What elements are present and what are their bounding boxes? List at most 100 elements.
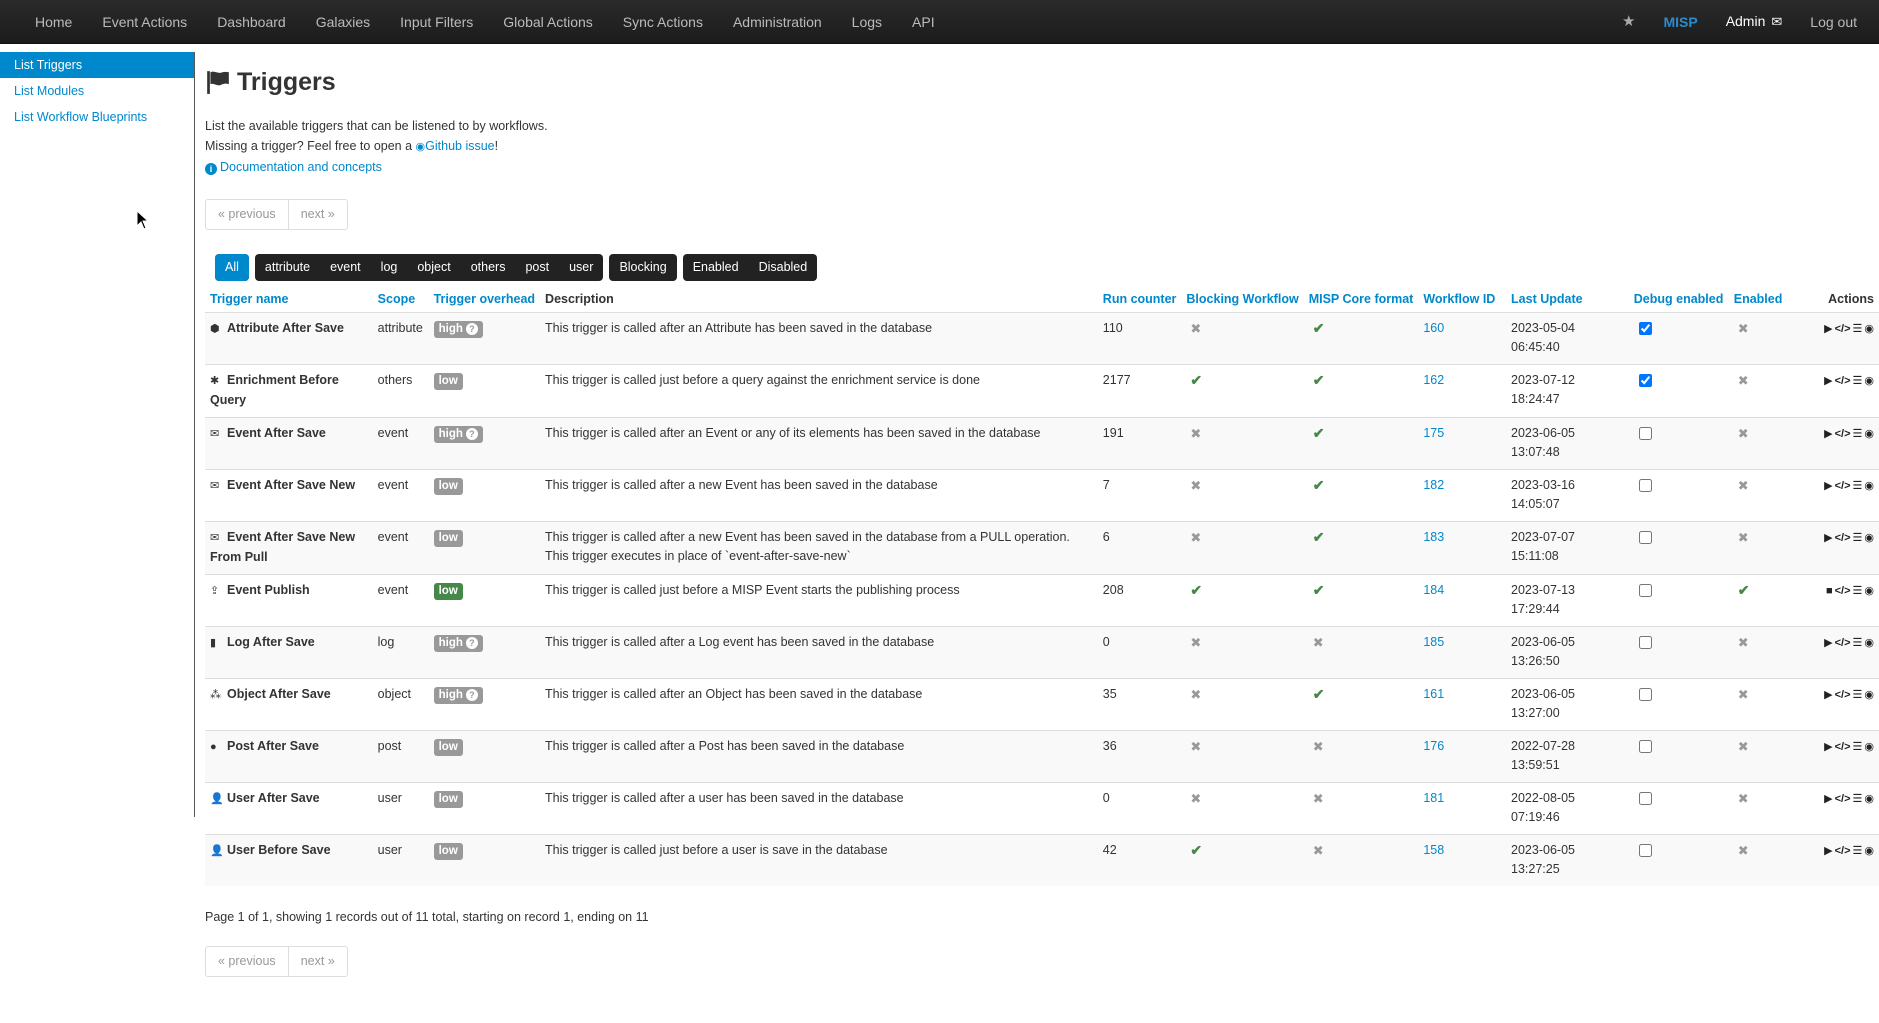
eye-icon[interactable]: ◉	[1864, 477, 1874, 497]
docs-link[interactable]: i Documentation and concepts	[205, 160, 382, 175]
debug-checkbox[interactable]	[1638, 426, 1652, 440]
code-icon[interactable]: </>	[1835, 582, 1851, 602]
workflow-id-link[interactable]: 181	[1423, 791, 1444, 805]
nav-item-dashboard[interactable]: Dashboard	[202, 0, 301, 44]
code-icon[interactable]: </>	[1835, 738, 1851, 758]
list-icon[interactable]: ☰	[1853, 582, 1863, 602]
next-page-button[interactable]: next »	[287, 946, 347, 976]
play-icon[interactable]: ▶	[1824, 634, 1832, 654]
filter-log-button[interactable]: log	[371, 254, 408, 281]
filter-others-button[interactable]: others	[461, 254, 516, 281]
workflow-id-link[interactable]: 175	[1423, 426, 1444, 440]
column-header-workflow-id[interactable]: Workflow ID	[1418, 287, 1507, 313]
next-page-button[interactable]: next »	[287, 200, 347, 229]
debug-checkbox[interactable]	[1638, 583, 1652, 597]
play-icon[interactable]: ▶	[1824, 477, 1832, 497]
code-icon[interactable]: </>	[1835, 790, 1851, 810]
play-icon[interactable]: ▶	[1824, 425, 1832, 445]
question-icon[interactable]: ?	[465, 427, 478, 440]
debug-checkbox[interactable]	[1638, 687, 1652, 701]
nav-item-global-actions[interactable]: Global Actions	[488, 0, 608, 44]
eye-icon[interactable]: ◉	[1864, 842, 1874, 862]
filter-attribute-button[interactable]: attribute	[255, 254, 320, 281]
play-icon[interactable]: ▶	[1824, 738, 1832, 758]
previous-page-button[interactable]: « previous	[206, 200, 288, 229]
debug-checkbox[interactable]	[1638, 373, 1652, 387]
filter-disabled-button[interactable]: Disabled	[749, 254, 818, 281]
github-issue-link[interactable]: ◉Github issue	[416, 139, 495, 153]
play-icon[interactable]: ▶	[1824, 790, 1832, 810]
logout-link[interactable]: Log out	[1796, 0, 1871, 44]
code-icon[interactable]: </>	[1835, 425, 1851, 445]
column-header-run-counter[interactable]: Run counter	[1097, 287, 1182, 313]
list-icon[interactable]: ☰	[1853, 372, 1863, 392]
list-icon[interactable]: ☰	[1853, 529, 1863, 549]
star-icon[interactable]: ★	[1608, 0, 1649, 44]
question-icon[interactable]: ?	[465, 636, 478, 649]
column-header-trigger-overhead[interactable]: Trigger overhead	[428, 287, 541, 313]
sidebar-item-list-workflow-blueprints[interactable]: List Workflow Blueprints	[0, 104, 194, 130]
eye-icon[interactable]: ◉	[1864, 686, 1874, 706]
workflow-id-link[interactable]: 162	[1423, 373, 1444, 387]
list-icon[interactable]: ☰	[1853, 425, 1863, 445]
nav-item-galaxies[interactable]: Galaxies	[301, 0, 385, 44]
list-icon[interactable]: ☰	[1853, 634, 1863, 654]
previous-page-button[interactable]: « previous	[206, 947, 288, 976]
column-header-misp-core-format[interactable]: MISP Core format	[1303, 287, 1419, 313]
list-icon[interactable]: ☰	[1853, 738, 1863, 758]
nav-item-home[interactable]: Home	[20, 0, 87, 44]
filter-post-button[interactable]: post	[515, 254, 559, 281]
code-icon[interactable]: </>	[1835, 320, 1851, 340]
workflow-id-link[interactable]: 182	[1423, 478, 1444, 492]
question-icon[interactable]: ?	[465, 688, 478, 701]
debug-checkbox[interactable]	[1638, 843, 1652, 857]
debug-checkbox[interactable]	[1638, 321, 1652, 335]
sidebar-item-list-modules[interactable]: List Modules	[0, 78, 194, 104]
column-header-enabled[interactable]: Enabled	[1728, 287, 1818, 313]
eye-icon[interactable]: ◉	[1864, 582, 1874, 602]
column-header-last-update[interactable]: Last Update	[1506, 287, 1629, 313]
play-icon[interactable]: ▶	[1824, 842, 1832, 862]
list-icon[interactable]: ☰	[1853, 790, 1863, 810]
eye-icon[interactable]: ◉	[1864, 425, 1874, 445]
nav-user[interactable]: Admin ✉	[1712, 0, 1797, 44]
sidebar-item-list-triggers[interactable]: List Triggers	[0, 52, 194, 78]
debug-checkbox[interactable]	[1638, 530, 1652, 544]
eye-icon[interactable]: ◉	[1864, 529, 1874, 549]
eye-icon[interactable]: ◉	[1864, 634, 1874, 654]
eye-icon[interactable]: ◉	[1864, 372, 1874, 392]
debug-checkbox[interactable]	[1638, 739, 1652, 753]
workflow-id-link[interactable]: 160	[1423, 321, 1444, 335]
column-header-trigger-name[interactable]: Trigger name	[205, 287, 373, 313]
question-icon[interactable]: ?	[465, 322, 478, 335]
workflow-id-link[interactable]: 158	[1423, 843, 1444, 857]
nav-item-sync-actions[interactable]: Sync Actions	[608, 0, 718, 44]
code-icon[interactable]: </>	[1835, 842, 1851, 862]
column-header-blocking-workflow[interactable]: Blocking Workflow	[1181, 287, 1304, 313]
workflow-id-link[interactable]: 176	[1423, 739, 1444, 753]
play-icon[interactable]: ▶	[1824, 686, 1832, 706]
nav-item-api[interactable]: API	[897, 0, 950, 44]
filter-enabled-button[interactable]: Enabled	[683, 254, 749, 281]
nav-item-input-filters[interactable]: Input Filters	[385, 0, 488, 44]
stop-icon[interactable]: ■	[1826, 582, 1833, 602]
workflow-id-link[interactable]: 183	[1423, 530, 1444, 544]
nav-item-administration[interactable]: Administration	[718, 0, 837, 44]
filter-blocking-button[interactable]: Blocking	[609, 254, 676, 281]
play-icon[interactable]: ▶	[1824, 320, 1832, 340]
list-icon[interactable]: ☰	[1853, 477, 1863, 497]
nav-item-logs[interactable]: Logs	[837, 0, 897, 44]
column-header-scope[interactable]: Scope	[372, 287, 429, 313]
nav-item-event-actions[interactable]: Event Actions	[87, 0, 202, 44]
eye-icon[interactable]: ◉	[1864, 790, 1874, 810]
debug-checkbox[interactable]	[1638, 791, 1652, 805]
filter-all-button[interactable]: All	[215, 254, 249, 281]
nav-brand[interactable]: MISP	[1649, 0, 1711, 44]
eye-icon[interactable]: ◉	[1864, 320, 1874, 340]
code-icon[interactable]: </>	[1835, 686, 1851, 706]
filter-user-button[interactable]: user	[559, 254, 603, 281]
workflow-id-link[interactable]: 184	[1423, 583, 1444, 597]
code-icon[interactable]: </>	[1835, 529, 1851, 549]
debug-checkbox[interactable]	[1638, 478, 1652, 492]
play-icon[interactable]: ▶	[1824, 372, 1832, 392]
